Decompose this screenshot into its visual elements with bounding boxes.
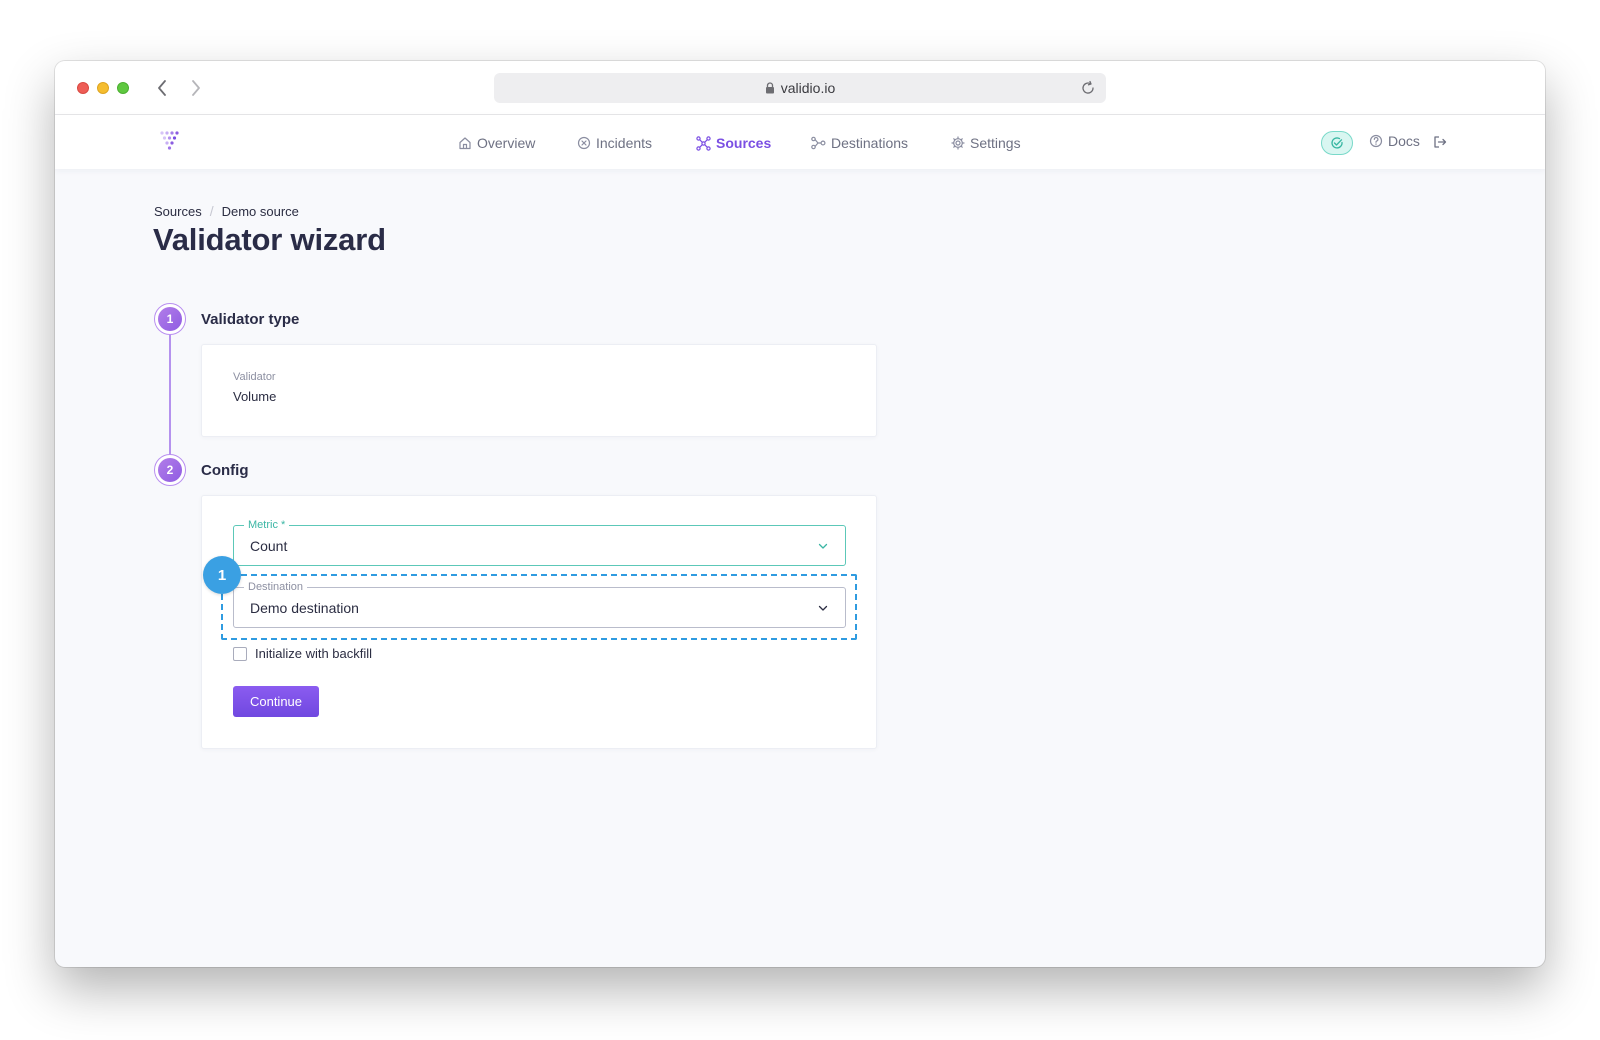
minimize-window-button[interactable]: [97, 82, 109, 94]
nav-item-destinations[interactable]: Destinations: [811, 133, 908, 153]
step-2-number: 2: [158, 458, 182, 482]
metric-value: Count: [250, 537, 288, 554]
destination-label: Destination: [244, 581, 308, 593]
page-title: Validator wizard: [153, 222, 386, 257]
breadcrumb-demo-source[interactable]: Demo source: [222, 204, 299, 219]
backfill-checkbox[interactable]: [233, 646, 247, 661]
nav-item-label: Settings: [970, 135, 1021, 151]
backfill-option[interactable]: Initialize with backfill: [233, 646, 372, 661]
destination-value: Demo destination: [250, 599, 359, 616]
nav-item-settings[interactable]: Settings: [951, 133, 1021, 153]
browser-window: validio.io Overview Incidents Sources De…: [55, 61, 1545, 967]
step-2-indicator: 2: [154, 454, 186, 486]
x-circle-icon: [577, 136, 591, 150]
sources-icon: [696, 135, 711, 151]
chevron-down-icon: [817, 602, 829, 614]
app-navbar: Overview Incidents Sources Destinations …: [55, 115, 1545, 169]
gear-icon: [951, 136, 965, 150]
breadcrumb: Sources / Demo source: [154, 203, 299, 219]
help-circle-icon: [1369, 134, 1383, 148]
nav-item-label: Incidents: [596, 135, 653, 151]
nav-item-label: Overview: [477, 135, 536, 151]
docs-link[interactable]: Docs: [1369, 133, 1420, 149]
step-1-title: Validator type: [201, 311, 300, 328]
nav-item-incidents[interactable]: Incidents: [577, 133, 652, 153]
nav-item-overview[interactable]: Overview: [458, 133, 535, 153]
destinations-icon: [811, 136, 826, 150]
breadcrumb-sources[interactable]: Sources: [154, 204, 202, 219]
destination-select[interactable]: Destination Demo destination: [233, 581, 846, 628]
continue-button[interactable]: Continue: [233, 686, 319, 717]
reload-icon[interactable]: [1080, 80, 1096, 96]
browser-toolbar: validio.io: [55, 61, 1545, 115]
stepper-connector: [169, 335, 171, 459]
nav-item-label: Destinations: [831, 135, 909, 151]
step-2-title: Config: [201, 462, 249, 479]
logout-icon[interactable]: [1433, 132, 1453, 152]
metric-label: Metric *: [244, 519, 290, 531]
close-window-button[interactable]: [77, 82, 89, 94]
chevron-down-icon: [817, 540, 829, 552]
check-circle-icon: [1331, 137, 1343, 149]
annotation-badge: 1: [203, 556, 241, 594]
docs-label: Docs: [1388, 133, 1420, 149]
metric-select[interactable]: Metric * Count: [233, 519, 846, 566]
validator-value: Volume: [233, 389, 277, 404]
breadcrumb-separator: /: [209, 203, 214, 219]
step-1-number: 1: [158, 307, 182, 331]
nav-item-label: Sources: [716, 135, 772, 151]
nav-item-sources[interactable]: Sources: [696, 133, 771, 153]
url-text: validio.io: [780, 80, 836, 96]
validator-type-card: Validator Volume: [201, 344, 877, 437]
status-indicator[interactable]: [1321, 131, 1353, 155]
forward-arrow-icon[interactable]: [186, 77, 206, 99]
zoom-window-button[interactable]: [117, 82, 129, 94]
address-bar[interactable]: validio.io: [494, 73, 1106, 103]
backfill-label: Initialize with backfill: [255, 646, 373, 661]
step-1-indicator: 1: [154, 303, 186, 335]
lock-icon: [765, 82, 775, 94]
back-arrow-icon[interactable]: [152, 77, 172, 99]
home-icon: [459, 137, 471, 150]
validator-label: Validator: [233, 371, 276, 383]
